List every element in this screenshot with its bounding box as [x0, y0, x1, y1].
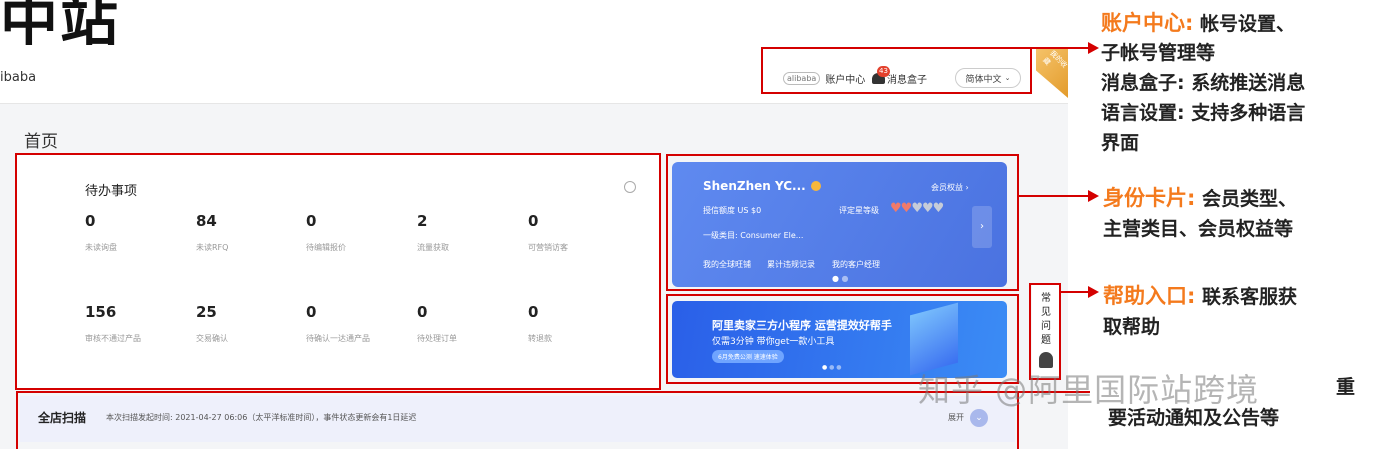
highlight-todo [15, 153, 661, 390]
highlight-account-area [761, 47, 1032, 94]
arrow-head-icon [1088, 190, 1099, 202]
annotation-account-line: 子帐号管理等 [1101, 42, 1216, 64]
arrow-head-icon [1088, 286, 1099, 298]
ribbon-label: 我的收藏 [1041, 49, 1068, 70]
highlight-scan [16, 391, 1019, 449]
arrow-head-icon [1088, 42, 1099, 54]
annotation-help-line: 取帮助 [1103, 316, 1161, 338]
arrow-line [1019, 195, 1090, 197]
home-title: 首页 [24, 132, 58, 152]
highlight-identity-card [666, 154, 1019, 291]
annotation-message-line: 消息盒子: 系统推送消息 [1101, 72, 1306, 94]
annotation-account: 账户中心: 帐号设置、 [1101, 11, 1296, 35]
arrow-line [1061, 291, 1090, 293]
annotation-language-line: 语言设置: 支持多种语言 [1101, 102, 1306, 124]
annotation-identity: 身份卡片: 会员类型、 [1103, 186, 1298, 210]
brand-name: ibaba [0, 70, 37, 85]
arrow-line [1032, 47, 1090, 49]
annotation-notice: 重 [1336, 376, 1356, 398]
watermark: 知乎 @阿里国际站跨境 [918, 371, 1260, 409]
annotation-language-line: 界面 [1101, 132, 1140, 154]
alibaba-dashboard-screenshot: 中站 ibaba alibaba 账户中心 43 消息盒子 简体中文 ⌄ 我的收… [0, 0, 1068, 449]
annotation-help: 帮助入口: 联系客服获 [1103, 284, 1298, 308]
annotation-identity-line: 主营类目、会员权益等 [1103, 218, 1294, 240]
